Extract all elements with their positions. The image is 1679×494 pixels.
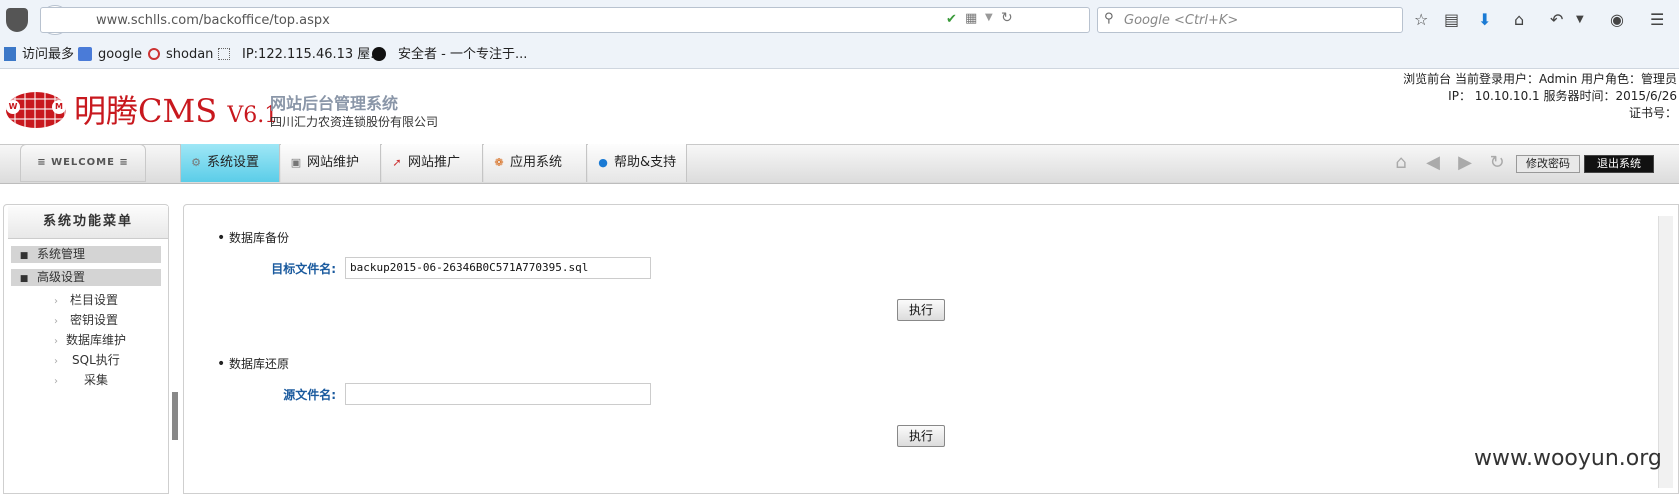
refresh-icon[interactable]: ↻ <box>1486 152 1508 174</box>
search-icon: ⚲ <box>1104 11 1114 26</box>
tab-label: 应用系统 <box>510 155 563 170</box>
monitor-icon: ▣ <box>290 156 302 169</box>
chevron-right-icon: › <box>54 296 58 307</box>
restore-title: 数据库还原 <box>229 357 290 371</box>
github-icon <box>372 47 386 61</box>
sidebar-item-label: 栏目设置 <box>70 293 119 307</box>
bullet-icon: ■ <box>19 274 29 284</box>
search-placeholder[interactable]: Google <Ctrl+K> <box>1124 13 1238 28</box>
sidebar-item-collect[interactable]: › 采集 <box>54 372 108 390</box>
google-icon <box>78 47 92 61</box>
sidebar-item-label: SQL执行 <box>72 353 120 367</box>
brand-text: 明腾CMS <box>74 92 218 130</box>
tab-label: 网站推广 <box>408 155 461 170</box>
gear-icon: ⚙ <box>191 156 201 169</box>
brand-name: 明腾CMS V6.1 <box>74 91 278 136</box>
help-icon: ● <box>598 156 608 169</box>
reload-icon[interactable]: ↻ <box>1001 10 1013 26</box>
bookmark-most-visited[interactable]: 访问最多 <box>22 46 74 64</box>
home-icon[interactable]: ⌂ <box>1514 11 1524 29</box>
backup-filename-label: 目标文件名: <box>271 262 336 276</box>
backup-section-title: • 数据库备份 <box>217 229 289 246</box>
sidebar-group-label: 高级设置 <box>37 270 86 284</box>
next-icon[interactable]: ▶ <box>1454 152 1476 174</box>
bullet-icon: • <box>217 356 226 372</box>
license-info: 证书号： <box>1628 106 1677 120</box>
tab-label: 系统设置 <box>207 155 260 170</box>
backup-execute-button[interactable]: 执行 <box>897 299 945 321</box>
sidebar-item-keys[interactable]: › 密钥设置 <box>54 312 118 330</box>
site-subtitle: 网站后台管理系统 <box>270 94 399 113</box>
shodan-icon <box>148 48 160 60</box>
menu-icon[interactable]: ☰ <box>1650 11 1664 29</box>
sidebar-item-columns[interactable]: › 栏目设置 <box>54 292 118 310</box>
home-icon[interactable]: ⌂ <box>1390 152 1412 174</box>
sidebar-item-label: 密钥设置 <box>70 313 119 327</box>
dropdown-icon[interactable]: ▼ <box>985 12 993 23</box>
prev-icon[interactable]: ◀ <box>1422 152 1444 174</box>
tab-applications[interactable]: ❁ 应用系统 <box>484 144 587 182</box>
welcome-tab: ≡ WELCOME ≡ <box>20 144 146 182</box>
apps-icon: ❁ <box>494 156 504 169</box>
company-name: 四川汇力农资连锁股份有限公司 <box>270 115 439 129</box>
sidebar-splitter[interactable] <box>172 392 178 440</box>
chevron-right-icon: › <box>54 356 58 367</box>
browser-toolbar: ◀ www.schlls.com/backoffice/top.aspx ✔ ▦… <box>0 0 1679 43</box>
sidebar-item-label: 数据库维护 <box>66 333 127 347</box>
tab-site-maintenance[interactable]: ▣ 网站维护 <box>281 144 381 182</box>
sidebar-item-label: 采集 <box>84 373 109 387</box>
restore-execute-button[interactable]: 执行 <box>897 425 945 447</box>
shield-icon[interactable] <box>6 8 28 32</box>
bookmark-anquanzhe[interactable]: 安全者 - 一个专注于... <box>398 46 527 64</box>
tab-help-support[interactable]: ● 帮助&支持 <box>588 144 687 182</box>
chevron-right-icon: › <box>54 376 58 387</box>
logo-w-icon: W <box>6 100 20 114</box>
address-bar[interactable]: www.schlls.com/backoffice/top.aspx ✔ ▦ ▼… <box>40 7 1090 33</box>
server-info: IP： 10.10.10.1 服务器时间：2015/6/26 <box>1448 89 1677 103</box>
backup-filename-input[interactable]: backup2015-06-26346B0C571A770395.sql <box>345 257 651 279</box>
sidebar-group-system-management[interactable]: ■ 系统管理 <box>11 246 161 263</box>
content-panel <box>183 204 1679 494</box>
backup-title: 数据库备份 <box>229 231 290 245</box>
tab-system-settings[interactable]: ⚙ 系统设置 <box>180 144 280 182</box>
bookmarks-bar: 访问最多 google shodan IP:122.115.46.13 屋...… <box>0 42 1679 69</box>
restore-section-title: • 数据库还原 <box>217 355 289 372</box>
bookmark-google[interactable]: google <box>98 46 142 64</box>
star-icon[interactable]: ☆ <box>1414 11 1428 29</box>
logout-button[interactable]: 退出系统 <box>1584 155 1654 173</box>
bookmark-ip[interactable]: IP:122.115.46.13 屋... <box>242 46 383 64</box>
bullet-icon: ■ <box>19 251 29 261</box>
sidebar-group-advanced[interactable]: ■ 高级设置 <box>11 269 161 286</box>
chevron-down-icon[interactable]: ▼ <box>1576 11 1584 29</box>
bullet-icon: • <box>217 230 226 246</box>
sidebar-group-label: 系统管理 <box>37 247 86 261</box>
restore-filename-input[interactable] <box>345 383 651 405</box>
download-icon[interactable]: ⬇ <box>1478 11 1491 29</box>
undo-icon[interactable]: ↶ <box>1550 11 1563 29</box>
logo-m-icon: M <box>52 100 66 114</box>
bookmark-shodan[interactable]: shodan <box>166 46 213 64</box>
chat-icon[interactable]: ◉ <box>1610 11 1624 29</box>
url-text[interactable]: www.schlls.com/backoffice/top.aspx <box>96 13 330 28</box>
tab-label: 帮助&支持 <box>614 155 677 170</box>
search-box[interactable]: ⚲ Google <Ctrl+K> <box>1097 7 1403 33</box>
chevron-right-icon: › <box>54 316 58 327</box>
promo-icon: ➚ <box>392 156 402 169</box>
sidebar-title: 系统功能菜单 <box>8 206 168 239</box>
sidebar-item-database[interactable]: › 数据库维护 <box>54 332 126 350</box>
qr-icon[interactable]: ▦ <box>965 11 977 26</box>
user-info[interactable]: 浏览前台 当前登录用户：Admin 用户角色：管理员 <box>1403 70 1677 87</box>
change-password-button[interactable]: 修改密码 <box>1516 155 1580 173</box>
reading-list-icon[interactable]: ▤ <box>1444 11 1459 29</box>
tab-site-promotion[interactable]: ➚ 网站推广 <box>382 144 483 182</box>
watermark: www.wooyun.org <box>1474 446 1662 471</box>
sidebar-item-sql[interactable]: › SQL执行 <box>54 352 120 370</box>
restore-filename-label: 源文件名: <box>283 388 336 402</box>
tab-label: 网站维护 <box>307 155 360 170</box>
chevron-right-icon: › <box>54 336 58 347</box>
shield-check-icon: ✔ <box>946 12 957 27</box>
page-icon <box>218 48 230 60</box>
bookmark-folder-icon <box>4 47 16 61</box>
